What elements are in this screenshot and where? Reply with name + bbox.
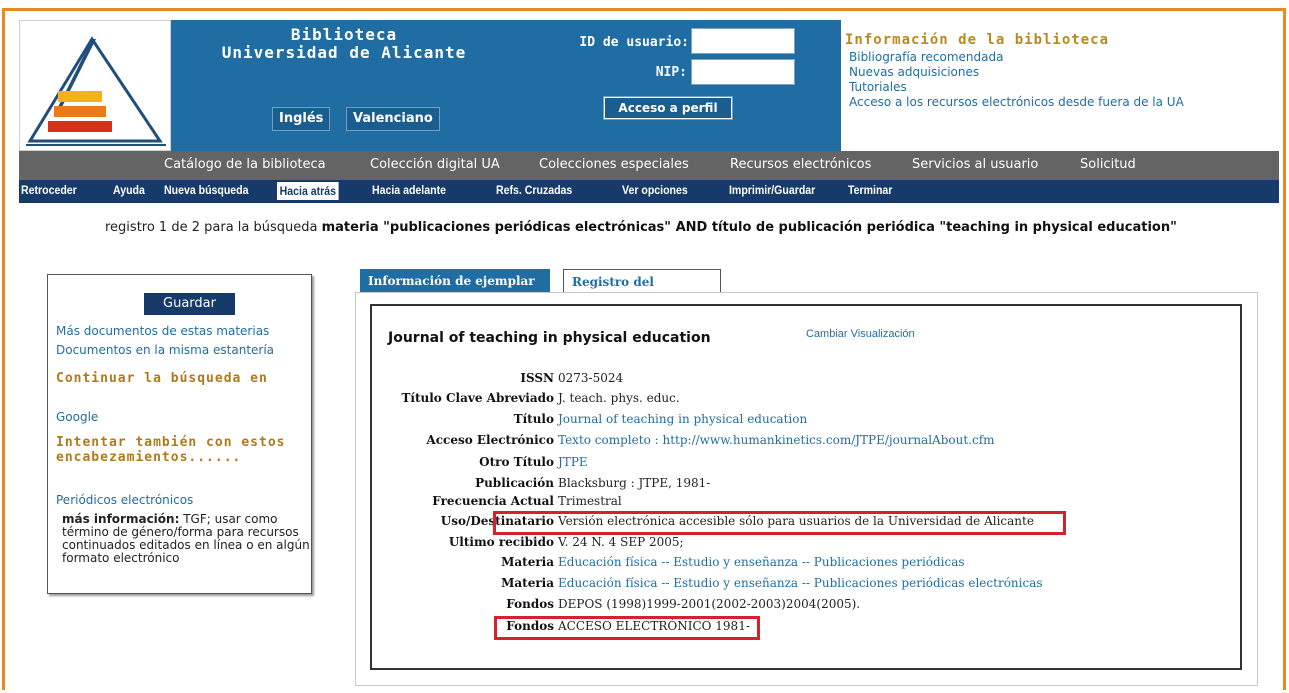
- field-label-text: Título Clave Abreviado: [401, 391, 554, 405]
- same-shelf-link[interactable]: Documentos en la misma estantería: [56, 343, 274, 357]
- field-value[interactable]: Journal of teaching in physical educatio…: [558, 412, 807, 426]
- english-button[interactable]: Inglés: [272, 107, 331, 131]
- library-title: Biblioteca Universidad de Alicante: [179, 26, 509, 62]
- field-label-text: Publicación: [475, 476, 554, 490]
- continue-search-heading: Continuar la búsqueda en: [56, 371, 268, 386]
- highlight-fondos-electronico: [494, 616, 760, 640]
- library-info-title: Información de la biblioteca: [845, 32, 1110, 48]
- toolbar-nueva-busqueda[interactable]: Nueva búsqueda: [164, 183, 249, 197]
- field-value[interactable]: Educación física -- Estudio y enseñanza …: [558, 555, 965, 569]
- field-label: ISSN: [354, 371, 554, 389]
- main-nav: Catálogo de la biblioteca Colección digi…: [19, 151, 1279, 180]
- user-id-label: ID de usuario:: [579, 35, 689, 50]
- pin-label: NIP:: [655, 65, 687, 80]
- save-button[interactable]: Guardar: [144, 293, 235, 315]
- nav-catalogo[interactable]: Catálogo de la biblioteca: [164, 157, 326, 172]
- library-title-line2: Universidad de Alicante: [221, 43, 467, 62]
- field-label-text: Título: [513, 412, 554, 426]
- field-label: Frecuencia Actual: [354, 494, 554, 512]
- info-link-acceso-remoto[interactable]: Acceso a los recursos electrónicos desde…: [849, 95, 1184, 110]
- field-label: Materia: [354, 555, 554, 573]
- field-value: Blacksburg : JTPE, 1981-: [558, 476, 711, 490]
- field-value: Trimestral: [558, 494, 622, 508]
- nav-coleccion-digital[interactable]: Colección digital UA: [370, 157, 500, 172]
- field-value: V. 24 N. 4 SEP 2005;: [558, 535, 684, 549]
- search-summary: registro 1 de 2 para la búsqueda materia…: [105, 220, 1177, 235]
- field-label-text: Materia: [501, 576, 554, 590]
- tab-registro-catalogo[interactable]: Registro del catálogo: [563, 269, 721, 313]
- nav-servicios-usuario[interactable]: Servicios al usuario: [912, 157, 1038, 172]
- field-label: Ultimo recibido: [354, 535, 554, 553]
- library-title-line1: Biblioteca: [290, 25, 398, 44]
- search-query: materia "publicaciones periódicas electr…: [321, 220, 1177, 235]
- change-view-link[interactable]: Cambiar Visualización: [806, 328, 915, 340]
- record-title: Journal of teaching in physical educatio…: [388, 330, 711, 346]
- field-label: Fondos: [354, 597, 554, 615]
- search-summary-prefix: registro 1 de 2 para la búsqueda: [105, 220, 318, 235]
- info-link-adquisiciones[interactable]: Nuevas adquisiciones: [849, 65, 1184, 80]
- field-label: Título: [354, 412, 554, 430]
- field-value[interactable]: JTPE: [558, 455, 588, 469]
- tab-informacion-ejemplar[interactable]: Información de ejemplar: [360, 269, 550, 293]
- field-label: Título Clave Abreviado: [354, 391, 554, 409]
- nav-recursos-electronicos[interactable]: Recursos electrónicos: [730, 157, 871, 172]
- field-label-text: ISSN: [520, 371, 554, 385]
- field-label: Publicación: [354, 476, 554, 494]
- nav-colecciones-especiales[interactable]: Colecciones especiales: [539, 157, 689, 172]
- valencian-button[interactable]: Valenciano: [346, 107, 440, 131]
- google-link[interactable]: Google: [56, 410, 98, 424]
- nav-solicitud[interactable]: Solicitud: [1080, 157, 1136, 172]
- pin-input[interactable]: [691, 59, 795, 85]
- logo-icon: [26, 36, 166, 146]
- toolbar-ayuda[interactable]: Ayuda: [113, 183, 145, 197]
- toolbar-terminar[interactable]: Terminar: [848, 183, 892, 197]
- field-label: Materia: [354, 576, 554, 594]
- periodicos-electronicos-link[interactable]: Periódicos electrónicos: [56, 493, 193, 507]
- field-label-text: Acceso Electrónico: [426, 433, 554, 447]
- site-header: Biblioteca Universidad de Alicante Inglé…: [19, 20, 1279, 151]
- toolbar-imprimir-guardar[interactable]: Imprimir/Guardar: [729, 183, 815, 197]
- more-docs-link[interactable]: Más documentos de estas materias: [56, 324, 269, 338]
- field-value: J. teach. phys. educ.: [558, 391, 680, 405]
- library-info-panel: Información de la biblioteca Bibliografí…: [841, 20, 1279, 151]
- university-logo: [19, 20, 171, 151]
- field-label: Acceso Electrónico: [354, 433, 554, 451]
- toolbar-refs-cruzadas[interactable]: Refs. Cruzadas: [496, 183, 572, 197]
- field-label: Otro Título: [354, 455, 554, 473]
- toolbar-retroceder[interactable]: Retroceder: [21, 183, 77, 197]
- user-id-input[interactable]: [691, 28, 795, 54]
- highlight-uso-destinatario: [493, 511, 1066, 535]
- library-info-links: Bibliografía recomendada Nuevas adquisic…: [849, 50, 1184, 110]
- related-panel: Guardar Más documentos de estas materias…: [47, 274, 312, 594]
- more-info-note: más información: TGF; usar como término …: [62, 513, 310, 565]
- field-label-text: Fondos: [506, 597, 554, 611]
- field-label-text: Materia: [501, 555, 554, 569]
- field-label-text: Otro Título: [479, 455, 554, 469]
- toolbar-hacia-adelante[interactable]: Hacia adelante: [372, 183, 446, 197]
- info-link-tutoriales[interactable]: Tutoriales: [849, 80, 1184, 95]
- info-link-bibliografia[interactable]: Bibliografía recomendada: [849, 50, 1184, 65]
- profile-access-button[interactable]: Acceso a perfil: [603, 96, 733, 120]
- try-also-heading: Intentar también con estos encabezamient…: [56, 435, 286, 465]
- record-toolbar: Retroceder Ayuda Nueva búsqueda Hacia at…: [19, 180, 1279, 203]
- field-value: DEPOS (1998)1999-2001(2002-2003)2004(200…: [558, 597, 861, 611]
- more-info-label: más información:: [62, 512, 180, 526]
- field-value[interactable]: Educación física -- Estudio y enseñanza …: [558, 576, 1043, 590]
- toolbar-hacia-atras[interactable]: Hacia atrás: [277, 182, 339, 200]
- field-label-text: Ultimo recibido: [448, 535, 554, 549]
- toolbar-ver-opciones[interactable]: Ver opciones: [622, 183, 688, 197]
- field-value: 0273-5024: [558, 371, 624, 385]
- field-value[interactable]: Texto completo : http://www.humankinetic…: [558, 433, 995, 447]
- field-label-text: Frecuencia Actual: [432, 494, 554, 508]
